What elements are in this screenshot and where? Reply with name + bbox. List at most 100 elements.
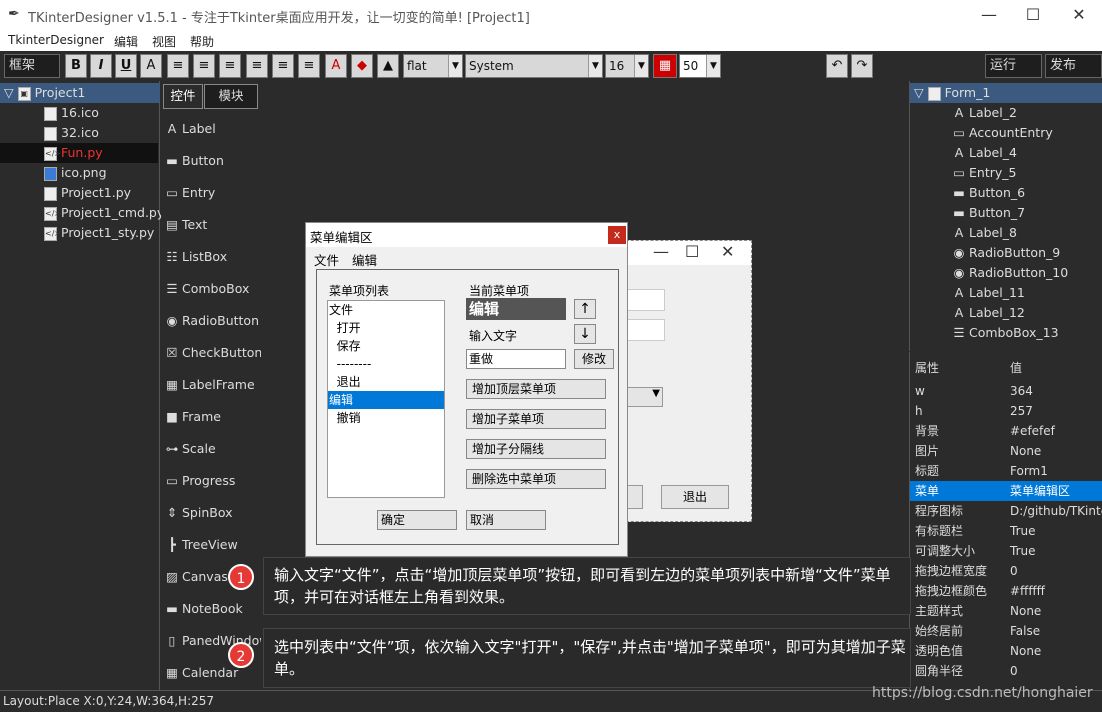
- control-spinbox[interactable]: ⇕ SpinBox: [165, 503, 261, 523]
- redo-icon[interactable]: ↷: [851, 54, 873, 78]
- prop-row[interactable]: 透明色值 None: [910, 641, 1102, 661]
- form-exit-button[interactable]: 退出: [661, 485, 729, 509]
- image-icon[interactable]: ▲: [377, 54, 399, 78]
- close-button[interactable]: ✕: [1056, 0, 1102, 30]
- form-preview[interactable]: — ☐ ✕ ▼ 退出: [616, 240, 752, 522]
- undo-icon[interactable]: ↶: [826, 54, 848, 78]
- tab-modules[interactable]: 模块: [204, 84, 258, 109]
- prop-row-selected[interactable]: 菜单 菜单编辑区: [910, 481, 1102, 501]
- form-combobox[interactable]: ▼: [625, 387, 663, 407]
- object-item[interactable]: ◉ RadioButton_10: [952, 263, 1069, 283]
- prop-row[interactable]: h 257: [910, 401, 1102, 421]
- align-bottom-icon[interactable]: ≡: [298, 54, 320, 78]
- add-separator-button[interactable]: 增加子分隔线: [466, 439, 606, 459]
- add-submenu-button[interactable]: 增加子菜单项: [466, 409, 606, 429]
- object-item[interactable]: ▭ AccountEntry: [952, 123, 1053, 143]
- menu-tkinterdesigner[interactable]: TkinterDesigner: [8, 33, 104, 47]
- file-item[interactable]: 32.ico: [44, 123, 99, 143]
- italic-button[interactable]: I: [90, 54, 112, 78]
- menu-view[interactable]: 视图: [152, 33, 176, 50]
- text-color-icon[interactable]: A: [325, 54, 347, 78]
- control-button[interactable]: ▬ Button: [165, 151, 261, 171]
- prop-row[interactable]: 标题 Form1: [910, 461, 1102, 481]
- frame-selector[interactable]: 框架: [4, 54, 60, 78]
- prop-row[interactable]: 程序图标 D:/github/TKinter: [910, 501, 1102, 521]
- modify-button[interactable]: 修改: [574, 349, 614, 369]
- object-item[interactable]: ▬ Button_6: [952, 183, 1025, 203]
- align-center-icon[interactable]: ≡: [193, 54, 215, 78]
- control-text[interactable]: ▤ Text: [165, 215, 261, 235]
- align-left-icon[interactable]: ≡: [167, 54, 189, 78]
- minimize-button[interactable]: —: [966, 0, 1012, 30]
- menu-item-listbox[interactable]: 文件 打开 保存 -------- 退出 编辑 撤销: [327, 300, 445, 498]
- object-item[interactable]: A Label_12: [952, 303, 1025, 323]
- delete-item-button[interactable]: 删除选中菜单项: [466, 469, 606, 489]
- dialog-menu-file[interactable]: 文件: [314, 250, 339, 269]
- object-root[interactable]: ▽ Form_1: [910, 83, 1102, 103]
- tree-root[interactable]: ▽ ▣ Project1: [0, 83, 160, 103]
- prop-row[interactable]: 图片 None: [910, 441, 1102, 461]
- menu-help[interactable]: 帮助: [190, 33, 214, 50]
- bold-button[interactable]: B: [65, 54, 87, 78]
- file-item[interactable]: ico.png: [44, 163, 107, 183]
- control-listbox[interactable]: ☷ ListBox: [165, 247, 261, 267]
- list-item[interactable]: 保存: [328, 337, 444, 355]
- list-item[interactable]: 撤销: [328, 409, 444, 427]
- control-label[interactable]: A Label: [165, 119, 261, 139]
- control-labelframe[interactable]: ▦ LabelFrame: [165, 375, 261, 395]
- cancel-button[interactable]: 取消: [466, 510, 546, 530]
- publish-button[interactable]: 发布: [1045, 54, 1102, 78]
- control-treeview[interactable]: ┣ TreeView: [165, 535, 261, 555]
- menu-edit[interactable]: 编辑: [114, 33, 138, 50]
- object-item[interactable]: ☰ ComboBox_13: [952, 323, 1058, 343]
- align-top-icon[interactable]: ≡: [246, 54, 268, 78]
- file-item[interactable]: </>Project1_cmd.py: [44, 203, 164, 223]
- control-notebook[interactable]: ▬ NoteBook: [165, 599, 261, 619]
- control-scale[interactable]: ⊶ Scale: [165, 439, 261, 459]
- fill-color-icon[interactable]: ◆: [351, 54, 373, 78]
- font-select[interactable]: System ▼: [465, 54, 603, 78]
- object-item[interactable]: A Label_8: [952, 223, 1017, 243]
- control-entry[interactable]: ▭ Entry: [165, 183, 261, 203]
- object-item[interactable]: A Label_4: [952, 143, 1017, 163]
- grid-size-select[interactable]: 50 ▼: [679, 54, 721, 78]
- file-item[interactable]: Project1.py: [44, 183, 131, 203]
- grid-icon[interactable]: ▦: [653, 54, 677, 78]
- prop-row[interactable]: 圆角半径 0: [910, 661, 1102, 681]
- font-color-icon[interactable]: A: [140, 54, 162, 78]
- prop-row[interactable]: 背景 #efefef: [910, 421, 1102, 441]
- prop-row[interactable]: 始终居前 False: [910, 621, 1102, 641]
- form-entry[interactable]: [625, 289, 665, 311]
- move-up-button[interactable]: ↑: [574, 299, 596, 319]
- underline-button[interactable]: U: [115, 54, 137, 78]
- file-item-selected[interactable]: </>Fun.py: [0, 143, 158, 163]
- list-item[interactable]: 打开: [328, 319, 444, 337]
- control-radiobutton[interactable]: ◉ RadioButton: [165, 311, 261, 331]
- control-combobox[interactable]: ☰ ComboBox: [165, 279, 261, 299]
- align-middle-icon[interactable]: ≡: [272, 54, 294, 78]
- list-item[interactable]: --------: [328, 355, 444, 373]
- relief-select[interactable]: flat ▼: [403, 54, 463, 78]
- control-progress[interactable]: ▭ Progress: [165, 471, 261, 491]
- align-right-icon[interactable]: ≡: [219, 54, 241, 78]
- object-item[interactable]: ▭ Entry_5: [952, 163, 1016, 183]
- object-item[interactable]: A Label_2: [952, 103, 1017, 123]
- file-item[interactable]: </>Project1_sty.py: [44, 223, 154, 243]
- prop-row[interactable]: w 364: [910, 381, 1102, 401]
- list-item[interactable]: 文件: [328, 301, 444, 319]
- prop-row[interactable]: 可调整大小 True: [910, 541, 1102, 561]
- add-top-menu-button[interactable]: 增加顶层菜单项: [466, 379, 606, 399]
- font-size-select[interactable]: 16 ▼: [605, 54, 649, 78]
- object-item[interactable]: ◉ RadioButton_9: [952, 243, 1061, 263]
- tab-controls[interactable]: 控件: [163, 84, 203, 109]
- run-button[interactable]: 运行: [985, 54, 1042, 78]
- list-item[interactable]: 退出: [328, 373, 444, 391]
- list-item-selected[interactable]: 编辑: [328, 391, 444, 409]
- ok-button[interactable]: 确定: [377, 510, 457, 530]
- control-checkbutton[interactable]: ☒ CheckButton: [165, 343, 261, 363]
- dialog-close-button[interactable]: x: [608, 226, 626, 244]
- prop-row[interactable]: 拖拽边框颜色 #ffffff: [910, 581, 1102, 601]
- prop-row[interactable]: 主题样式 None: [910, 601, 1102, 621]
- control-frame[interactable]: ■ Frame: [165, 407, 261, 427]
- move-down-button[interactable]: ↓: [574, 324, 596, 344]
